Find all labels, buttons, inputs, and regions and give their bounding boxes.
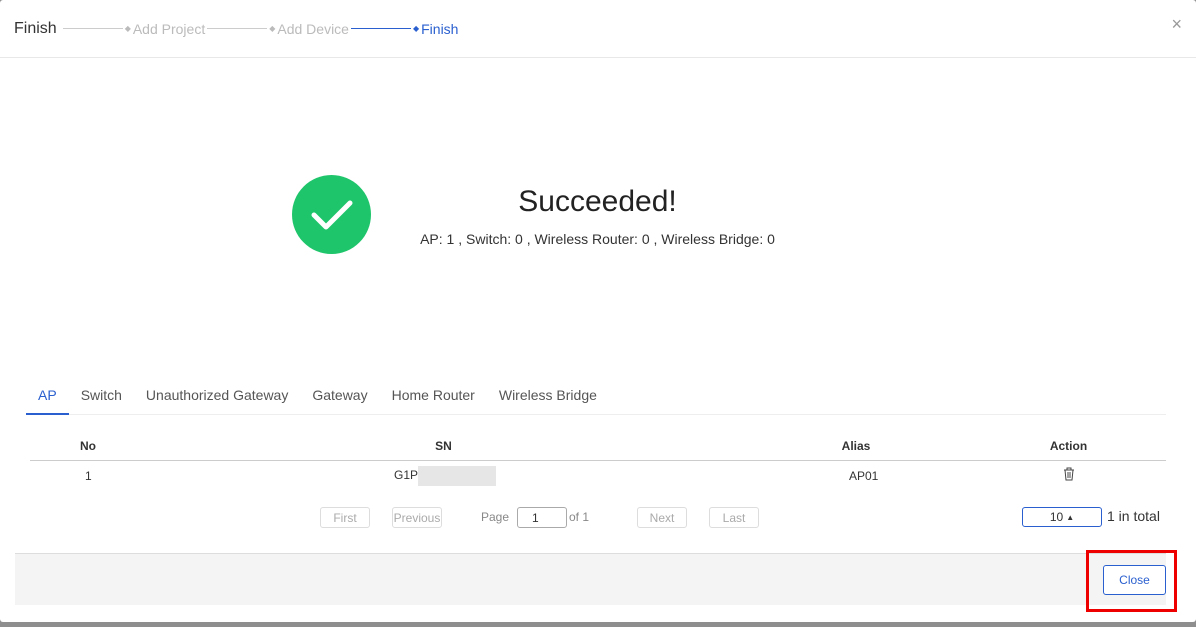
cell-action bbox=[971, 460, 1166, 491]
page-size-select[interactable]: 10 ▲ bbox=[1022, 507, 1102, 527]
page-number-input[interactable] bbox=[517, 507, 567, 528]
tab-gateway[interactable]: Gateway bbox=[300, 380, 379, 415]
total-count: 1 in total bbox=[1107, 508, 1160, 524]
page-size-value: 10 bbox=[1049, 510, 1064, 524]
device-table: No SN Alias Action 1 G1P AP01 bbox=[30, 432, 1166, 491]
dialog-title: Finish bbox=[14, 19, 57, 37]
tab-home-router[interactable]: Home Router bbox=[380, 380, 487, 415]
previous-page-button[interactable]: Previous bbox=[392, 507, 442, 528]
result-title: Succeeded! bbox=[518, 185, 677, 218]
first-page-button[interactable]: First bbox=[320, 507, 370, 528]
sn-redaction bbox=[418, 465, 497, 486]
step-add-project: ◆ Add Project bbox=[125, 21, 206, 37]
result-summary: AP: 1 , Switch: 0 , Wireless Router: 0 ,… bbox=[420, 231, 775, 247]
sn-text: G1P bbox=[394, 467, 419, 482]
dialog-header: Finish ◆ Add Project ◆ Add Device ◆ Finish … bbox=[0, 0, 1196, 58]
column-no: No bbox=[30, 432, 146, 461]
step-diamond-icon: ◆ bbox=[124, 24, 131, 33]
pagination: First Previous Page of 1 Next Last 10▲ 1… bbox=[0, 507, 1196, 529]
step-label: Add Project bbox=[132, 20, 206, 37]
add-device-dialog: Finish ◆ Add Project ◆ Add Device ◆ Finish … bbox=[0, 0, 1196, 622]
step-diamond-icon: ◆ bbox=[269, 24, 276, 33]
last-page-button[interactable]: Last bbox=[709, 507, 759, 528]
step-label: Add Device bbox=[277, 20, 349, 37]
tab-ap[interactable]: AP bbox=[26, 380, 69, 415]
tab-switch[interactable]: Switch bbox=[69, 380, 134, 415]
step-label: Finish bbox=[421, 20, 459, 37]
close-icon[interactable]: × bbox=[1171, 14, 1182, 35]
success-icon-wrap bbox=[292, 175, 371, 254]
step-connector bbox=[207, 28, 268, 29]
step-finish: ◆ Finish bbox=[413, 21, 459, 37]
tab-wireless-bridge[interactable]: Wireless Bridge bbox=[487, 380, 609, 415]
page-count: of 1 bbox=[569, 510, 590, 524]
result-message: Succeeded! AP: 1 , Switch: 0 , Wireless … bbox=[420, 185, 775, 247]
dialog-footer bbox=[15, 553, 1166, 605]
column-alias: Alias bbox=[741, 432, 971, 461]
step-add-device: ◆ Add Device bbox=[269, 21, 349, 37]
column-action: Action bbox=[971, 432, 1166, 461]
step-connector bbox=[62, 28, 123, 29]
column-sn: SN bbox=[146, 432, 741, 461]
check-circle-icon bbox=[292, 175, 371, 254]
cell-sn: G1P bbox=[146, 460, 741, 491]
cell-no: 1 bbox=[85, 468, 92, 483]
page-label: Page bbox=[481, 510, 510, 524]
table-row: 1 G1P AP01 bbox=[30, 460, 1166, 491]
step-connector bbox=[350, 28, 411, 29]
next-page-button[interactable]: Next bbox=[637, 507, 687, 528]
caret-up-icon: ▲ bbox=[1066, 512, 1075, 522]
close-button[interactable]: Close bbox=[1103, 565, 1166, 595]
cell-alias: AP01 bbox=[849, 468, 879, 483]
trash-icon[interactable] bbox=[1063, 467, 1075, 484]
device-type-tabs: AP Switch Unauthorized Gateway Gateway H… bbox=[26, 380, 1166, 415]
step-diamond-icon: ◆ bbox=[412, 24, 420, 33]
tab-unauthorized-gateway[interactable]: Unauthorized Gateway bbox=[134, 380, 300, 415]
